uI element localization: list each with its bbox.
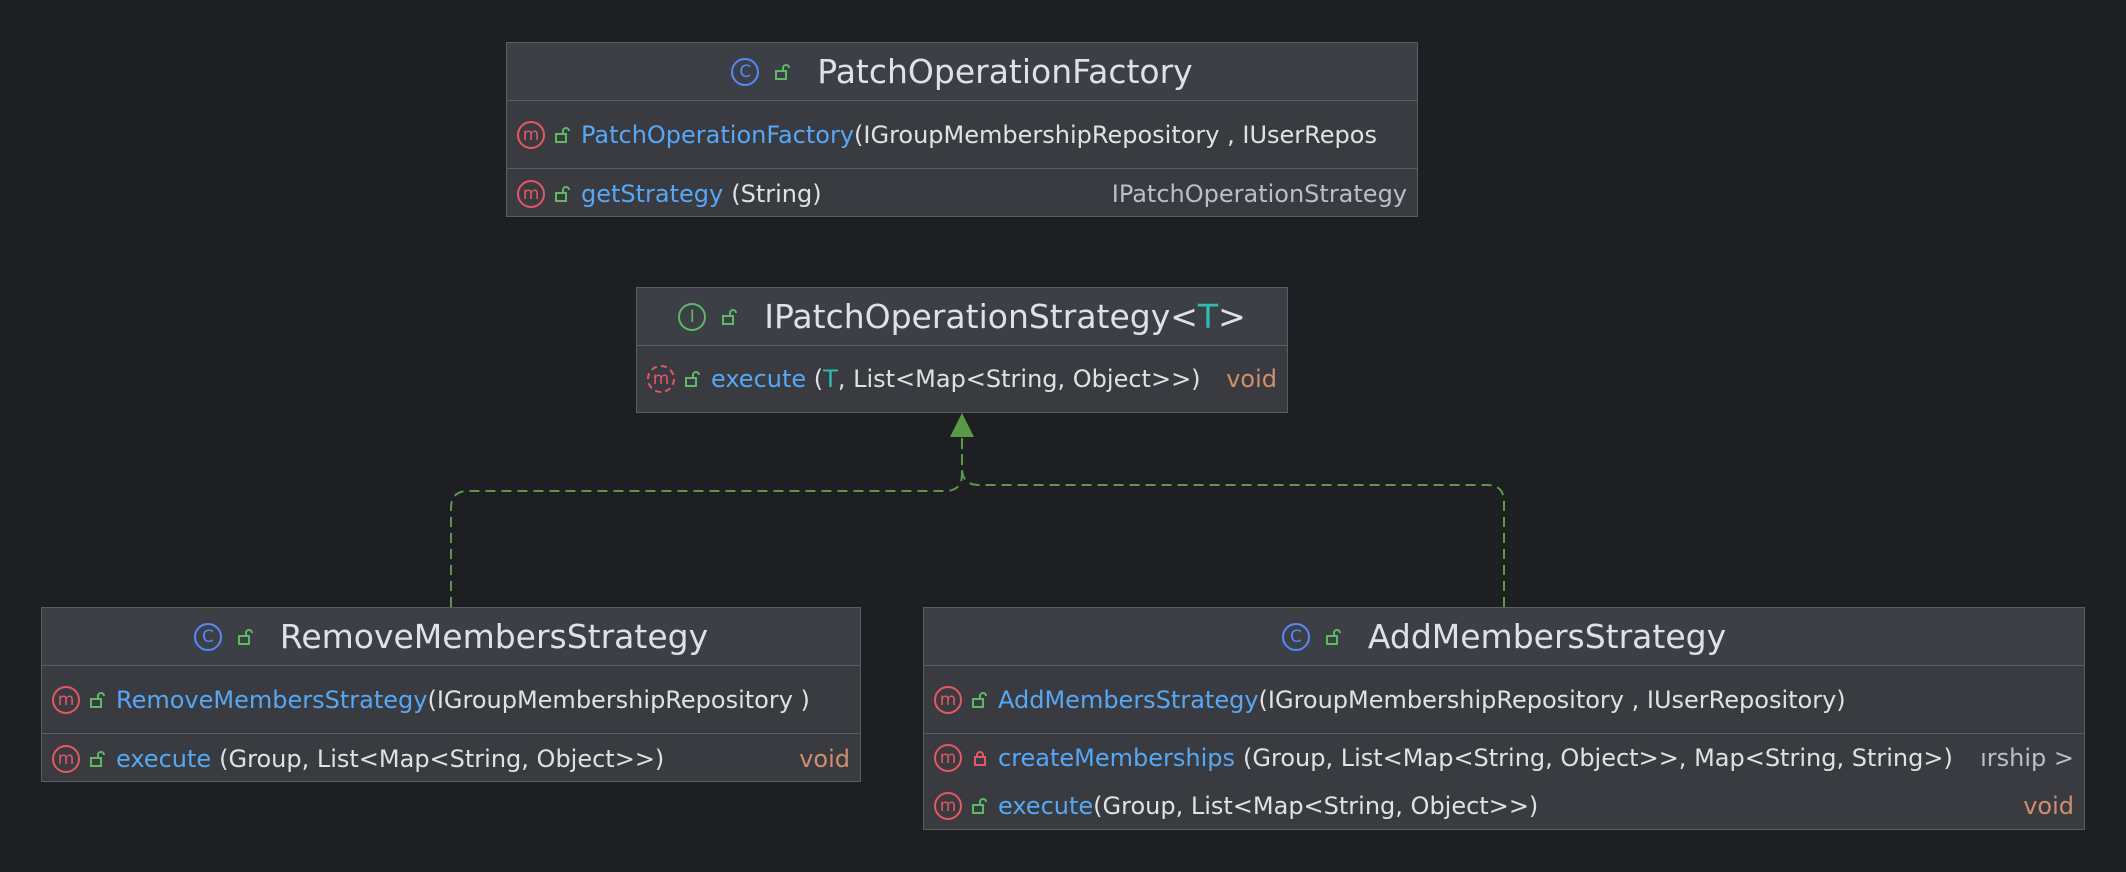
method-icon: m: [934, 791, 962, 820]
method-return-type: void: [2023, 791, 2074, 820]
method-name: createMemberships: [998, 744, 1236, 772]
method-icon: m: [517, 179, 545, 208]
type-parameter: T: [1197, 297, 1219, 336]
public-lock-icon: [775, 63, 791, 80]
class-icon: C: [731, 57, 760, 86]
method-row[interactable]: m PatchOperationFactory (IGroupMembershi…: [507, 101, 1417, 168]
interface-ipatch-operation-strategy[interactable]: I IPatchOperationStrategy<T> m execute (…: [636, 287, 1288, 413]
type-parameter: T: [823, 365, 838, 393]
method-row[interactable]: m createMemberships (Group, List<Map<Str…: [924, 733, 2084, 782]
class-add-members-strategy[interactable]: C AddMembersStrategy m AddMembersStrateg…: [923, 607, 2085, 830]
interface-header: I IPatchOperationStrategy<T>: [637, 288, 1287, 346]
method-name: execute: [998, 791, 1094, 820]
method-return-type: void: [799, 744, 850, 773]
class-header: C PatchOperationFactory: [507, 43, 1417, 101]
class-name: RemoveMembersStrategy: [279, 617, 709, 656]
method-name: getStrategy: [581, 179, 724, 208]
edge-add-to-interface: [961, 418, 1505, 607]
realization-arrowhead: [950, 413, 974, 437]
method-params: (IGroupMembershipRepository , IUserRepos: [854, 120, 1377, 149]
method-icon: m: [52, 685, 80, 714]
method-params: (Group, List<Map<String, Object>>, Map<S…: [1243, 744, 1953, 772]
class-remove-members-strategy[interactable]: C RemoveMembersStrategy m RemoveMembersS…: [41, 607, 861, 782]
method-name: execute: [116, 744, 212, 773]
public-lock-icon: [972, 691, 987, 708]
method-row[interactable]: m getStrategy (String) IPatchOperationSt…: [507, 168, 1417, 218]
public-lock-icon: [1325, 628, 1341, 645]
method-params: , List<Map<String, Object>>): [837, 365, 1201, 393]
class-name: AddMembersStrategy: [1367, 617, 1727, 656]
method-row[interactable]: m execute (T, List<Map<String, Object>>)…: [637, 346, 1287, 412]
public-lock-icon: [90, 691, 105, 708]
method-row[interactable]: m execute (Group, List<Map<String, Objec…: [924, 782, 2084, 829]
class-icon: C: [1281, 622, 1310, 651]
method-name: RemoveMembersStrategy: [116, 685, 428, 714]
class-name: PatchOperationFactory: [817, 52, 1193, 91]
method-params: (IGroupMembershipRepository ): [427, 685, 810, 714]
interface-icon: I: [678, 302, 707, 331]
method-return-type: IPatchOperationStrategy: [1111, 179, 1407, 208]
method-return-type: void: [1226, 365, 1277, 393]
method-icon: m: [517, 120, 545, 149]
method-params: (Group, List<Map<String, Object>>): [1093, 791, 1539, 820]
edge-remove-to-interface: [450, 418, 963, 607]
method-row[interactable]: m execute (Group, List<Map<String, Objec…: [42, 733, 860, 783]
method-icon: m: [52, 744, 80, 773]
public-lock-icon: [555, 126, 570, 143]
public-lock-icon: [722, 308, 738, 325]
class-icon: C: [193, 622, 222, 651]
class-header: C AddMembersStrategy: [924, 608, 2084, 666]
public-lock-icon: [237, 628, 253, 645]
interface-name: IPatchOperationStrategy<T>: [764, 297, 1246, 336]
method-icon: m: [934, 744, 962, 772]
class-header: C RemoveMembersStrategy: [42, 608, 860, 666]
method-name: PatchOperationFactory: [581, 120, 855, 149]
method-params: (String): [731, 179, 822, 208]
public-lock-icon: [685, 371, 700, 387]
method-params: (IGroupMembershipRepository , IUserRepos…: [1258, 685, 1846, 714]
method-params: (Group, List<Map<String, Object>>): [219, 744, 665, 773]
public-lock-icon: [972, 797, 987, 814]
private-lock-icon: [974, 751, 986, 766]
public-lock-icon: [90, 750, 105, 767]
method-row[interactable]: m RemoveMembersStrategy (IGroupMembershi…: [42, 666, 860, 733]
method-name: execute: [711, 365, 807, 393]
method-icon: m: [934, 685, 962, 714]
method-name: AddMembersStrategy: [998, 685, 1259, 714]
public-lock-icon: [555, 185, 570, 202]
class-patch-operation-factory[interactable]: C PatchOperationFactory m PatchOperation…: [506, 42, 1418, 217]
method-return-type: ırship >: [1980, 744, 2074, 772]
abstract-method-icon: m: [647, 365, 675, 393]
method-row[interactable]: m AddMembersStrategy (IGroupMembershipRe…: [924, 666, 2084, 733]
